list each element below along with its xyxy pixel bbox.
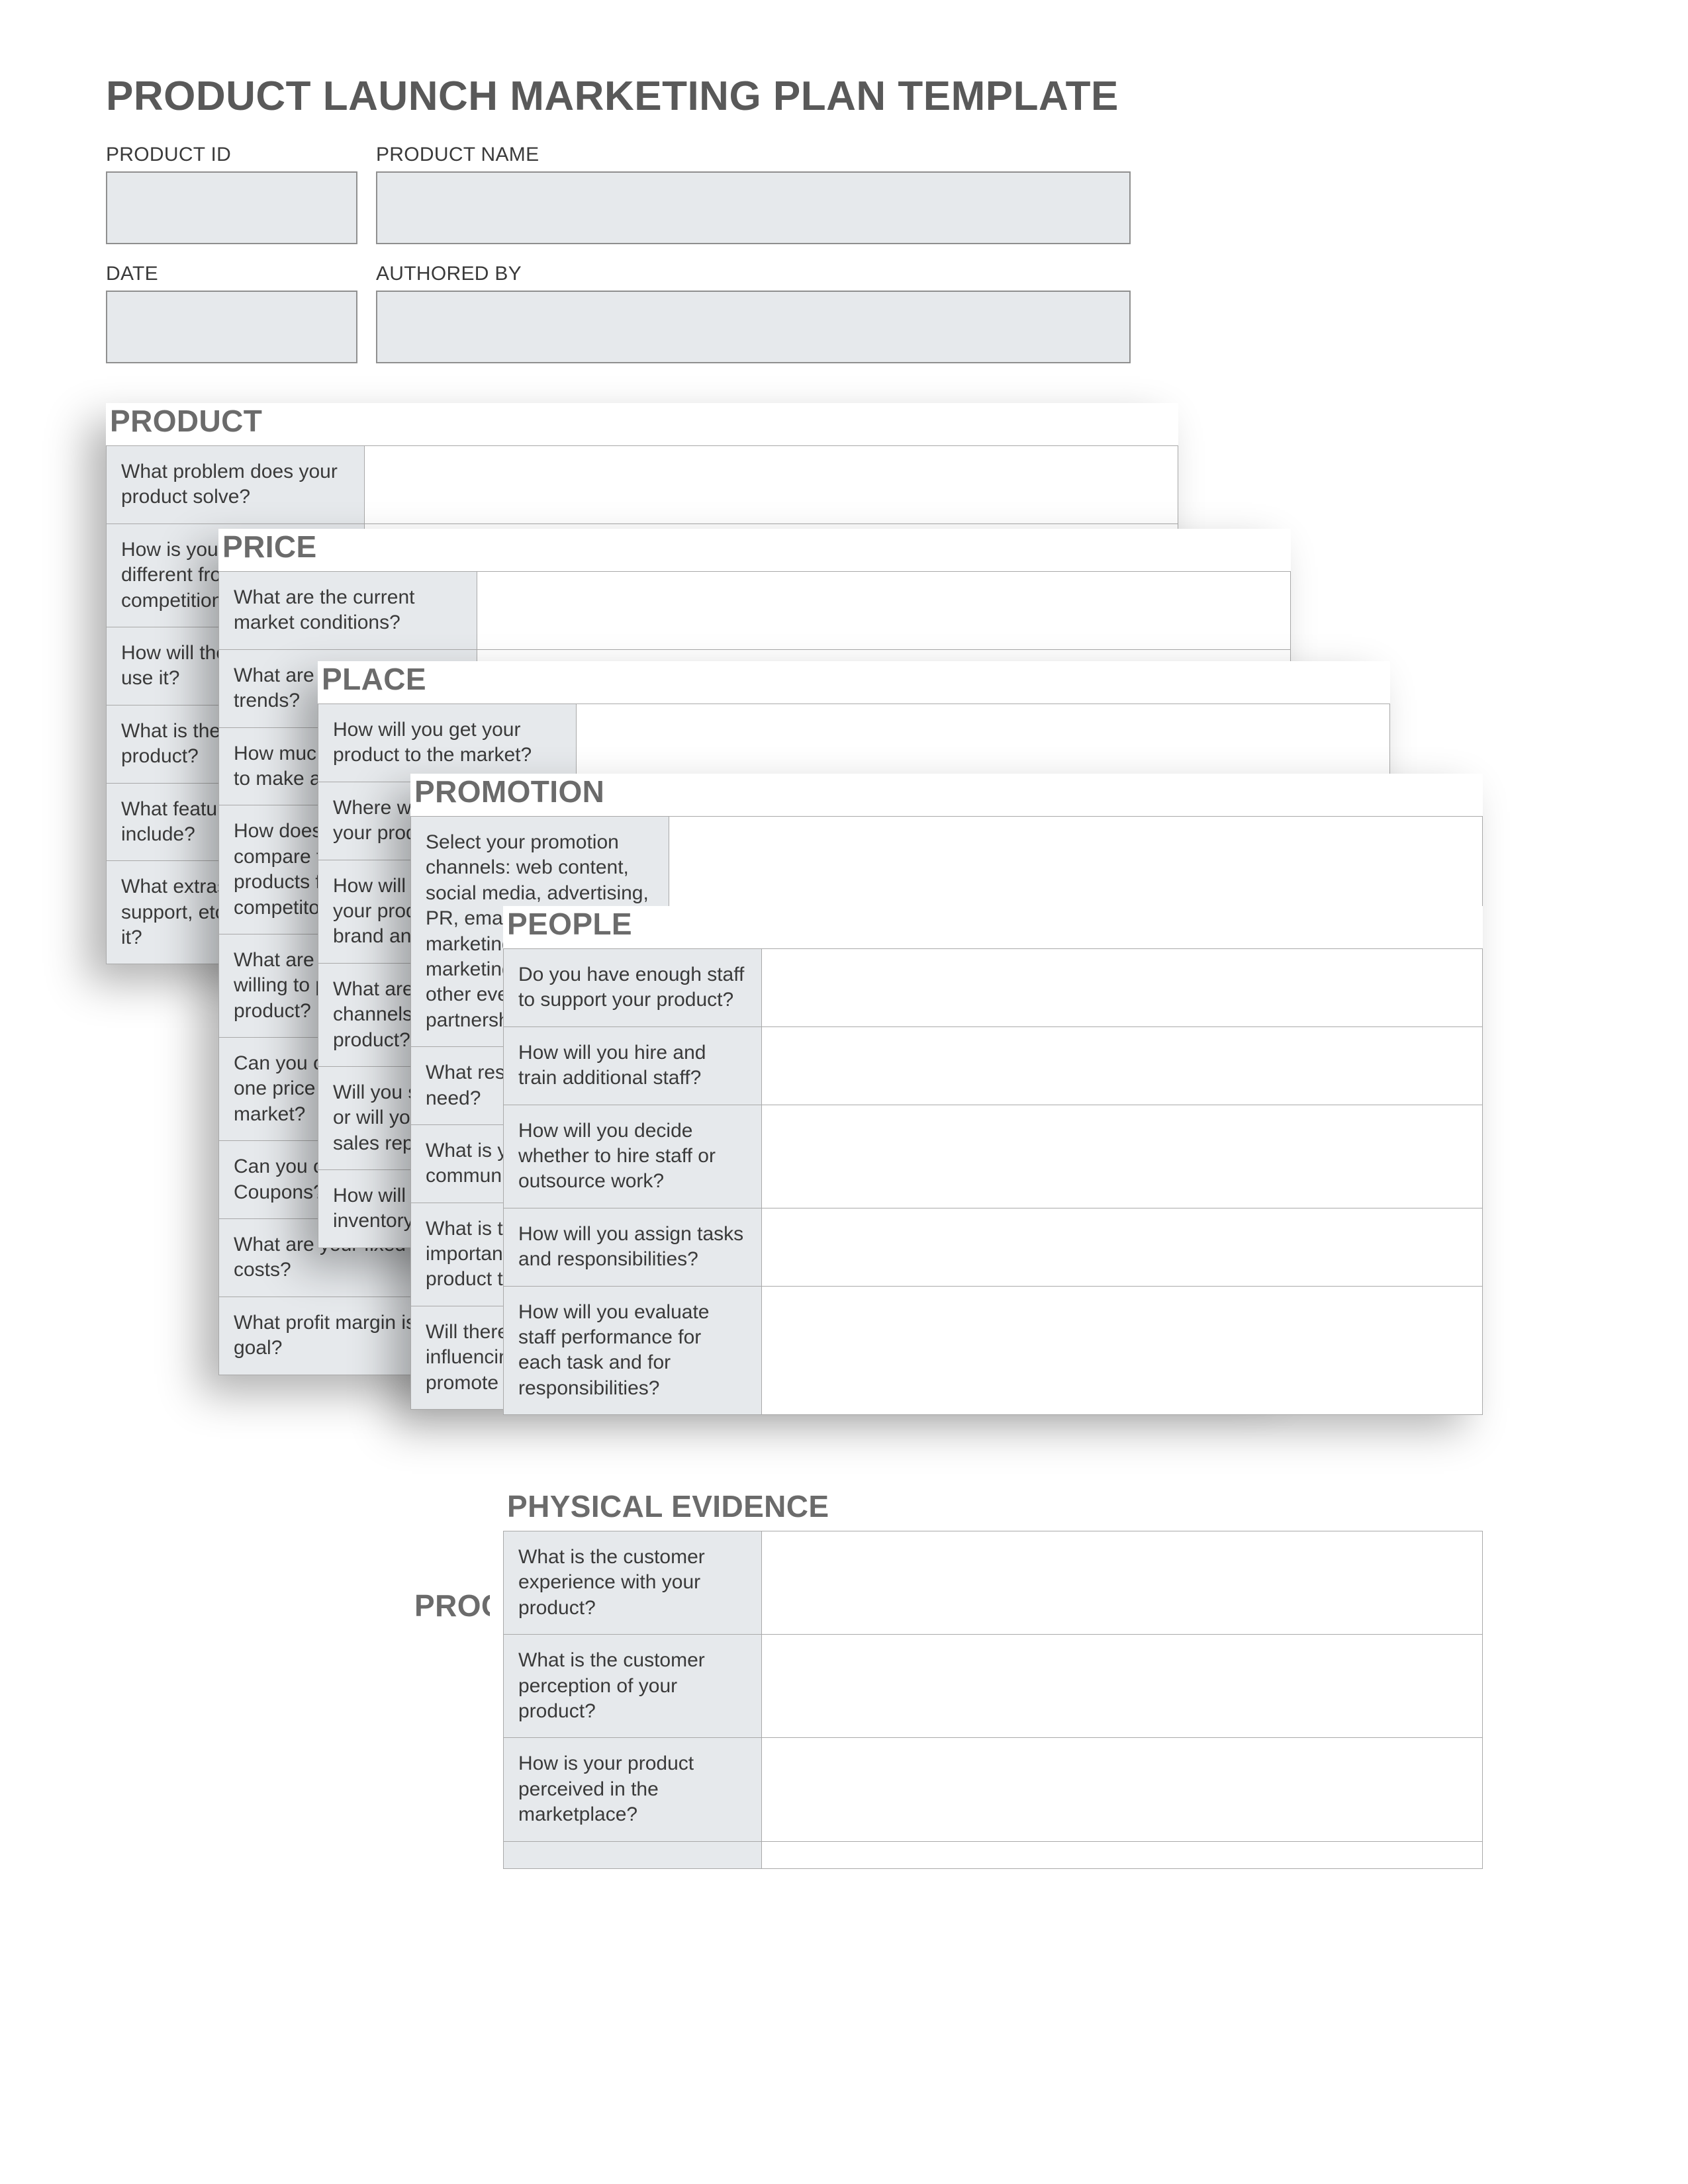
table-physical: What is the customer experience with you… bbox=[503, 1531, 1483, 1869]
answer-cell[interactable] bbox=[762, 1286, 1483, 1415]
card-process: PROCESS bbox=[410, 1588, 490, 1630]
table-row: What is the customer perception of your … bbox=[504, 1635, 762, 1738]
answer-cell[interactable] bbox=[577, 704, 1390, 782]
product-id-label: PRODUCT ID bbox=[106, 144, 357, 166]
answer-cell[interactable] bbox=[762, 1026, 1483, 1105]
table-row: How will you decide whether to hire staf… bbox=[504, 1105, 762, 1208]
table-people: Do you have enough staff to support your… bbox=[503, 948, 1483, 1415]
answer-cell[interactable] bbox=[762, 1635, 1483, 1738]
meta-product-id: PRODUCT ID bbox=[106, 144, 357, 244]
table-row: How will you get your product to the mar… bbox=[318, 704, 577, 782]
meta-authored-by: AUTHORED BY bbox=[376, 263, 1131, 363]
answer-cell[interactable] bbox=[762, 1841, 1483, 1868]
meta-product-name: PRODUCT NAME bbox=[376, 144, 1131, 244]
table-row: Do you have enough staff to support your… bbox=[504, 949, 762, 1027]
table-row: What problem does your product solve? bbox=[107, 446, 365, 524]
section-heading-product: PRODUCT bbox=[106, 403, 1178, 439]
section-heading-price: PRICE bbox=[218, 529, 1291, 565]
section-heading-promotion: PROMOTION bbox=[410, 774, 1483, 809]
authored-by-field[interactable] bbox=[376, 291, 1131, 363]
answer-cell[interactable] bbox=[762, 1208, 1483, 1286]
date-label: DATE bbox=[106, 263, 357, 285]
answer-cell[interactable] bbox=[762, 949, 1483, 1027]
table-row: How will you evaluate staff performance … bbox=[504, 1286, 762, 1415]
section-heading-physical: PHYSICAL EVIDENCE bbox=[503, 1488, 1483, 1524]
table-row bbox=[504, 1841, 762, 1868]
table-row: What is the customer experience with you… bbox=[504, 1531, 762, 1635]
product-name-label: PRODUCT NAME bbox=[376, 144, 1131, 166]
answer-cell[interactable] bbox=[762, 1105, 1483, 1208]
product-id-field[interactable] bbox=[106, 171, 357, 244]
table-row: How is your product perceived in the mar… bbox=[504, 1738, 762, 1841]
answer-cell[interactable] bbox=[365, 446, 1178, 524]
table-row: How will you hire and train additional s… bbox=[504, 1026, 762, 1105]
section-heading-place: PLACE bbox=[318, 661, 1390, 697]
meta-date: DATE bbox=[106, 263, 357, 363]
table-row: What are the current market conditions? bbox=[219, 572, 477, 650]
section-heading-people: PEOPLE bbox=[503, 906, 1483, 942]
date-field[interactable] bbox=[106, 291, 357, 363]
meta-row-2: DATE AUTHORED BY bbox=[106, 263, 1582, 363]
answer-cell[interactable] bbox=[762, 1531, 1483, 1635]
section-heading-process: PROCESS bbox=[410, 1588, 490, 1623]
card-physical-evidence: PHYSICAL EVIDENCE What is the customer e… bbox=[503, 1488, 1483, 1869]
meta-row-1: PRODUCT ID PRODUCT NAME bbox=[106, 144, 1582, 244]
page-title: PRODUCT LAUNCH MARKETING PLAN TEMPLATE bbox=[106, 73, 1582, 120]
answer-cell[interactable] bbox=[477, 572, 1291, 650]
product-name-field[interactable] bbox=[376, 171, 1131, 244]
authored-by-label: AUTHORED BY bbox=[376, 263, 1131, 285]
card-people: PEOPLE Do you have enough staff to suppo… bbox=[503, 906, 1483, 1415]
answer-cell[interactable] bbox=[762, 1738, 1483, 1841]
table-row: How will you assign tasks and responsibi… bbox=[504, 1208, 762, 1286]
